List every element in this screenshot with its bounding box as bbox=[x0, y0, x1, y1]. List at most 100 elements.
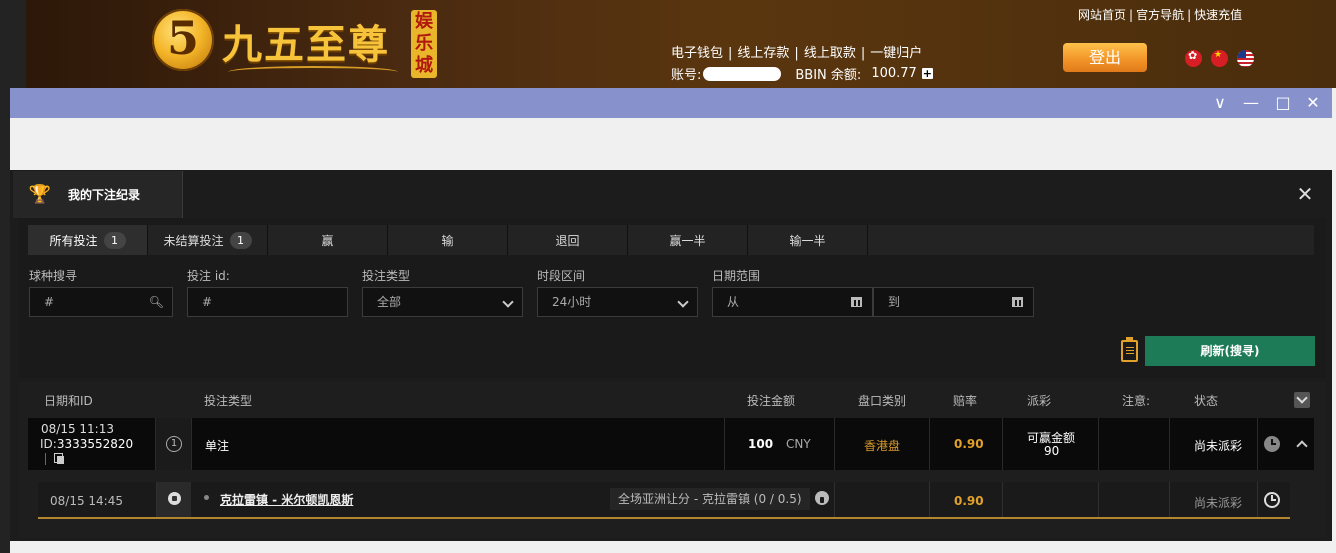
window-bottom-edge bbox=[10, 541, 1332, 553]
tab-half-lost[interactable]: 输一半 bbox=[748, 225, 868, 255]
brand-seal: 娱乐城 bbox=[411, 10, 437, 78]
tab-refunded[interactable]: 退回 bbox=[508, 225, 628, 255]
online-deposit-link[interactable]: 线上存款 bbox=[737, 46, 789, 61]
calendar-icon[interactable] bbox=[851, 297, 862, 307]
date-from-placeholder: 从 bbox=[727, 295, 740, 309]
bet-type-value: 全部 bbox=[377, 295, 402, 309]
date-from-input[interactable]: 从 bbox=[712, 287, 873, 317]
subcell-payout bbox=[1003, 482, 1099, 517]
clock-icon[interactable] bbox=[1264, 492, 1280, 508]
e-wallet-link[interactable]: 电子钱包 bbox=[671, 46, 723, 61]
col-header-note: 注意: bbox=[1122, 394, 1151, 408]
sub-odds-value: 0.90 bbox=[954, 494, 984, 508]
bet-id-value: 3333552820 bbox=[56, 437, 134, 451]
wallet-links: 电子钱包 | 线上存款 | 线上取款 | 一键归户 bbox=[671, 42, 922, 61]
trophy-icon: 🏆 bbox=[28, 183, 52, 205]
window-close-icon[interactable]: ✕ bbox=[1303, 93, 1323, 113]
window-titlebar[interactable] bbox=[10, 88, 1332, 118]
bet-amount: 100 bbox=[748, 437, 774, 451]
id-divider bbox=[45, 453, 46, 465]
flag-cn-icon[interactable] bbox=[1211, 50, 1228, 67]
quick-deposit-link[interactable]: 快速充值 bbox=[1194, 8, 1242, 22]
link-separator: | bbox=[860, 46, 866, 61]
tab-label: 所有投注 bbox=[49, 233, 98, 248]
tab-label: 未结算投注 bbox=[163, 233, 224, 248]
link-separator: | bbox=[794, 46, 799, 61]
panel-close-icon[interactable]: ✕ bbox=[1294, 183, 1316, 205]
official-nav-link[interactable]: 官方导航 bbox=[1136, 8, 1184, 22]
sport-search-input[interactable]: # 🔍︎ bbox=[29, 287, 173, 317]
market-chip: 全场亚洲让分 - 克拉雷镇 (0 / 0.5) bbox=[610, 488, 810, 510]
cell-bet-type bbox=[192, 418, 725, 470]
window-maximize-icon[interactable]: □ bbox=[1273, 93, 1293, 113]
col-header-bet-type: 投注类型 bbox=[204, 394, 253, 408]
online-withdraw-link[interactable]: 线上取款 bbox=[804, 46, 856, 61]
window-minimize-icon[interactable]: — bbox=[1241, 93, 1261, 113]
copy-icon[interactable] bbox=[54, 453, 64, 464]
tab-all-bets[interactable]: 所有投注 1 bbox=[28, 225, 148, 255]
cell-note bbox=[1099, 418, 1170, 470]
sub-status-value: 尚未派彩 bbox=[1194, 496, 1243, 510]
clock-icon[interactable] bbox=[1264, 436, 1280, 452]
status-value: 尚未派彩 bbox=[1194, 439, 1243, 453]
tabs-filler bbox=[868, 225, 1314, 255]
bet-id-label: 投注 id: bbox=[187, 269, 230, 283]
masked-account-name bbox=[703, 66, 782, 81]
date-to-input[interactable]: 到 bbox=[873, 287, 1034, 317]
bet-id: ID:3333552820 bbox=[40, 437, 133, 451]
logout-button[interactable]: 登出 bbox=[1063, 43, 1147, 72]
period-select[interactable]: 24小时 bbox=[537, 287, 698, 317]
brand-ornament bbox=[228, 66, 398, 78]
calendar-icon[interactable] bbox=[1012, 297, 1023, 307]
home-link[interactable]: 网站首页 bbox=[1078, 8, 1126, 22]
clipboard-icon[interactable] bbox=[1121, 337, 1138, 362]
window-collapse-icon[interactable]: ∨ bbox=[1210, 93, 1230, 113]
col-header-odds: 赔率 bbox=[953, 394, 978, 408]
col-header-amount: 投注金额 bbox=[747, 394, 796, 408]
bet-type-select[interactable]: 全部 bbox=[362, 287, 523, 317]
col-header-payout: 派彩 bbox=[1027, 394, 1052, 408]
cell-amount bbox=[725, 418, 835, 470]
bet-date: 08/15 11:13 bbox=[41, 422, 114, 436]
panel-title: 我的下注纪录 bbox=[68, 188, 141, 202]
match-link[interactable]: 克拉雷镇 - 米尔顿凯恩斯 bbox=[220, 491, 353, 508]
bet-id-placeholder: # bbox=[202, 295, 213, 309]
payout-value: 90 bbox=[1044, 444, 1060, 458]
bet-id-input[interactable]: # bbox=[187, 287, 348, 317]
tab-lost[interactable]: 输 bbox=[388, 225, 508, 255]
col-header-status: 状态 bbox=[1194, 394, 1219, 408]
brand-logo-icon[interactable]: 5 bbox=[152, 9, 214, 71]
collapse-all-icon[interactable] bbox=[1294, 392, 1310, 408]
tab-unsettled-bets[interactable]: 未结算投注 1 bbox=[148, 225, 268, 255]
date-to-placeholder: 到 bbox=[888, 295, 901, 309]
refresh-search-button[interactable]: 刷新(搜寻) bbox=[1145, 336, 1315, 366]
flag-hk-icon[interactable] bbox=[1185, 50, 1202, 67]
account-label: 账号: bbox=[671, 68, 702, 83]
tab-count-badge: 1 bbox=[229, 231, 252, 249]
panel-tab-my-bets[interactable]: 🏆 我的下注纪录 bbox=[13, 171, 183, 218]
period-label: 时段区间 bbox=[537, 269, 586, 283]
info-person-icon[interactable] bbox=[815, 491, 829, 505]
leg-count-badge: 1 bbox=[166, 436, 182, 452]
window-toolbar bbox=[10, 118, 1332, 170]
subcell-blank bbox=[835, 482, 930, 517]
col-header-date-id: 日期和ID bbox=[44, 394, 93, 408]
bet-status-tabs: 所有投注 1 未结算投注 1 赢 输 退回 赢一半 输一半 bbox=[28, 225, 868, 255]
add-balance-icon[interactable]: + bbox=[921, 68, 933, 79]
tab-won[interactable]: 赢 bbox=[268, 225, 388, 255]
flag-us-icon[interactable] bbox=[1237, 50, 1254, 67]
brand-name[interactable]: 九五至尊 bbox=[222, 12, 390, 70]
sport-search-label: 球种搜寻 bbox=[29, 269, 78, 283]
link-separator: | bbox=[728, 46, 733, 61]
one-click-transfer-link[interactable]: 一键归户 bbox=[870, 46, 922, 61]
search-icon[interactable]: 🔍︎ bbox=[149, 288, 164, 316]
match-time: 08/15 14:45 bbox=[50, 494, 123, 508]
chevron-down-icon bbox=[502, 296, 514, 308]
bet-type-value: 单注 bbox=[205, 439, 230, 453]
tab-half-won[interactable]: 赢一半 bbox=[628, 225, 748, 255]
brand-badge: 5 bbox=[166, 11, 199, 65]
tab-count-badge: 1 bbox=[103, 231, 126, 249]
link-separator: | bbox=[1187, 8, 1192, 22]
bet-type-label: 投注类型 bbox=[362, 269, 411, 283]
balance-label: BBIN 余额: bbox=[795, 68, 862, 83]
